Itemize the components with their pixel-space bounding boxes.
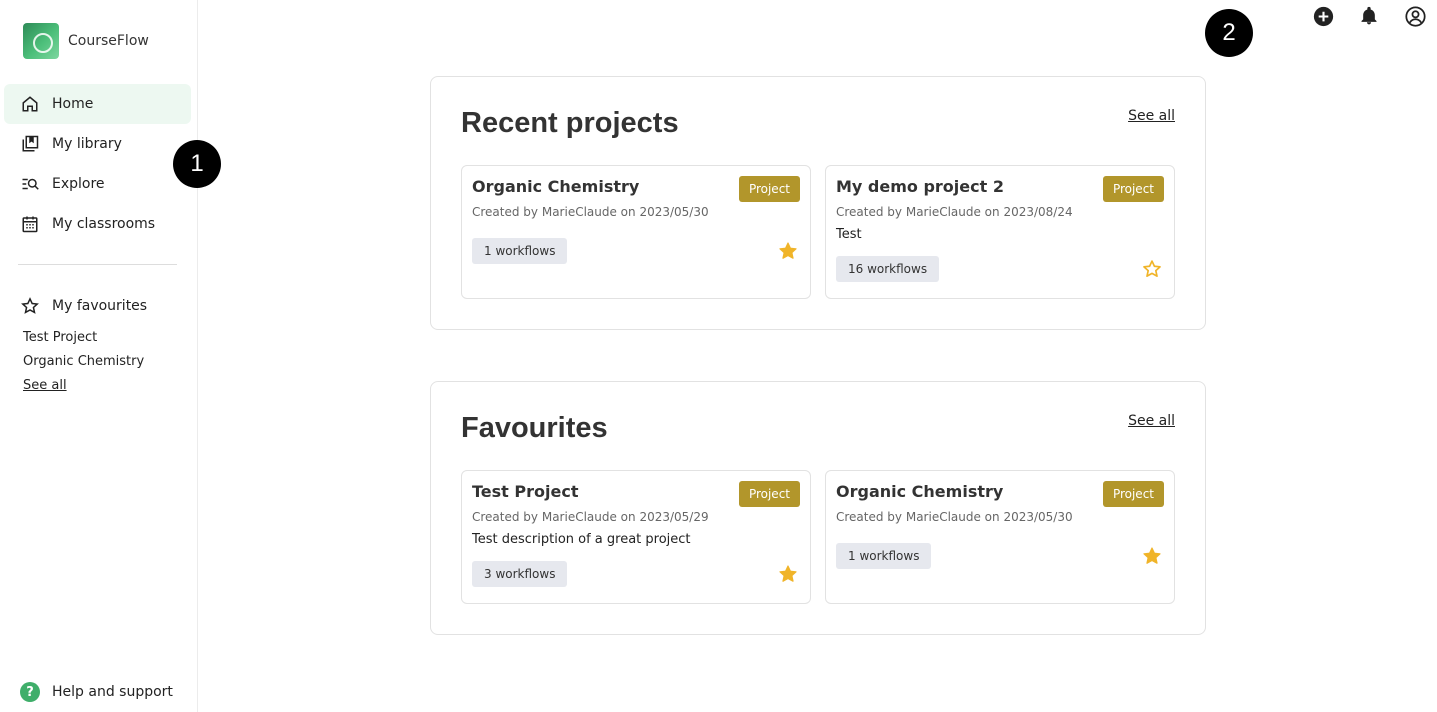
project-card[interactable]: My demo project 2 Project Created by Mar… (825, 165, 1175, 299)
workflows-chip: 3 workflows (472, 561, 568, 587)
sidebar-nav: Home My library Explore My classrooms (4, 84, 191, 244)
card-meta: Created by MarieClaude on 2023/08/24 (836, 205, 1073, 219)
favourite-star-filled-icon[interactable] (778, 564, 798, 584)
card-description: Test description of a great project (472, 532, 691, 547)
courseflow-logo (23, 23, 59, 59)
card-title: Organic Chemistry (836, 482, 1004, 501)
favourite-link-test-project[interactable]: Test Project (23, 329, 144, 353)
favourite-link-organic-chemistry[interactable]: Organic Chemistry (23, 353, 144, 377)
sidebar-item-label: Explore (52, 176, 105, 192)
sidebar-item-label: My library (52, 136, 122, 152)
card-meta: Created by MarieClaude on 2023/05/30 (836, 510, 1073, 524)
help-label: Help and support (52, 684, 173, 700)
my-favourites-label: My favourites (52, 298, 148, 314)
workflows-chip: 16 workflows (836, 256, 940, 282)
project-card[interactable]: Test Project Project Created by MarieCla… (461, 470, 811, 604)
sidebar-item-my-classrooms[interactable]: My classrooms (4, 204, 191, 244)
calendar-icon (20, 214, 40, 234)
card-meta: Created by MarieClaude on 2023/05/30 (472, 205, 709, 219)
top-actions (1288, 5, 1426, 27)
step-marker-2: 2 (1205, 9, 1253, 57)
favourite-star-outline-icon[interactable] (1142, 259, 1162, 279)
project-badge: Project (738, 481, 800, 507)
account-icon[interactable] (1404, 5, 1426, 27)
sidebar-item-my-library[interactable]: My library (4, 124, 191, 164)
add-icon[interactable] (1312, 5, 1334, 27)
app-name: CourseFlow (68, 33, 149, 49)
star-outline-icon (20, 296, 40, 316)
workflows-chip: 1 workflows (836, 543, 932, 569)
favourites-section: Favourites See all Test Project Project … (430, 381, 1206, 635)
home-icon (20, 94, 40, 114)
card-meta: Created by MarieClaude on 2023/05/29 (472, 510, 709, 524)
recent-projects-title: Recent projects (461, 107, 679, 139)
help-and-support[interactable]: ? Help and support (20, 682, 173, 702)
card-title: Organic Chemistry (472, 177, 640, 196)
project-badge: Project (738, 176, 800, 202)
brand[interactable]: CourseFlow (23, 23, 149, 59)
favourite-star-filled-icon[interactable] (1142, 546, 1162, 566)
sidebar-item-home[interactable]: Home (4, 84, 191, 124)
favourites-section-see-all-link[interactable]: See all (1128, 413, 1175, 429)
favourites-list: Test Project Organic Chemistry See all (23, 329, 144, 401)
card-title: Test Project (472, 482, 579, 501)
explore-icon (20, 174, 40, 194)
sidebar-item-explore[interactable]: Explore (4, 164, 191, 204)
library-icon (20, 134, 40, 154)
sidebar-item-label: My classrooms (52, 216, 156, 232)
project-card[interactable]: Organic Chemistry Project Created by Mar… (825, 470, 1175, 604)
help-icon: ? (20, 682, 40, 702)
project-badge: Project (1102, 176, 1164, 202)
my-favourites-heading[interactable]: My favourites (20, 296, 147, 316)
recent-see-all-link[interactable]: See all (1128, 108, 1175, 124)
project-card[interactable]: Organic Chemistry Project Created by Mar… (461, 165, 811, 299)
sidebar: CourseFlow Home My library Explore My cl… (0, 0, 198, 712)
sidebar-divider (18, 264, 177, 265)
favourite-star-filled-icon[interactable] (778, 241, 798, 261)
workflows-chip: 1 workflows (472, 238, 568, 264)
step-marker-1: 1 (173, 140, 221, 188)
favourites-see-all-link[interactable]: See all (23, 378, 67, 393)
project-badge: Project (1102, 481, 1164, 507)
recent-projects-section: Recent projects See all Organic Chemistr… (430, 76, 1206, 330)
card-title: My demo project 2 (836, 177, 1004, 196)
card-description: Test (836, 227, 862, 242)
favourites-title: Favourites (461, 412, 608, 444)
bell-icon[interactable] (1358, 5, 1380, 27)
sidebar-item-label: Home (52, 96, 94, 112)
